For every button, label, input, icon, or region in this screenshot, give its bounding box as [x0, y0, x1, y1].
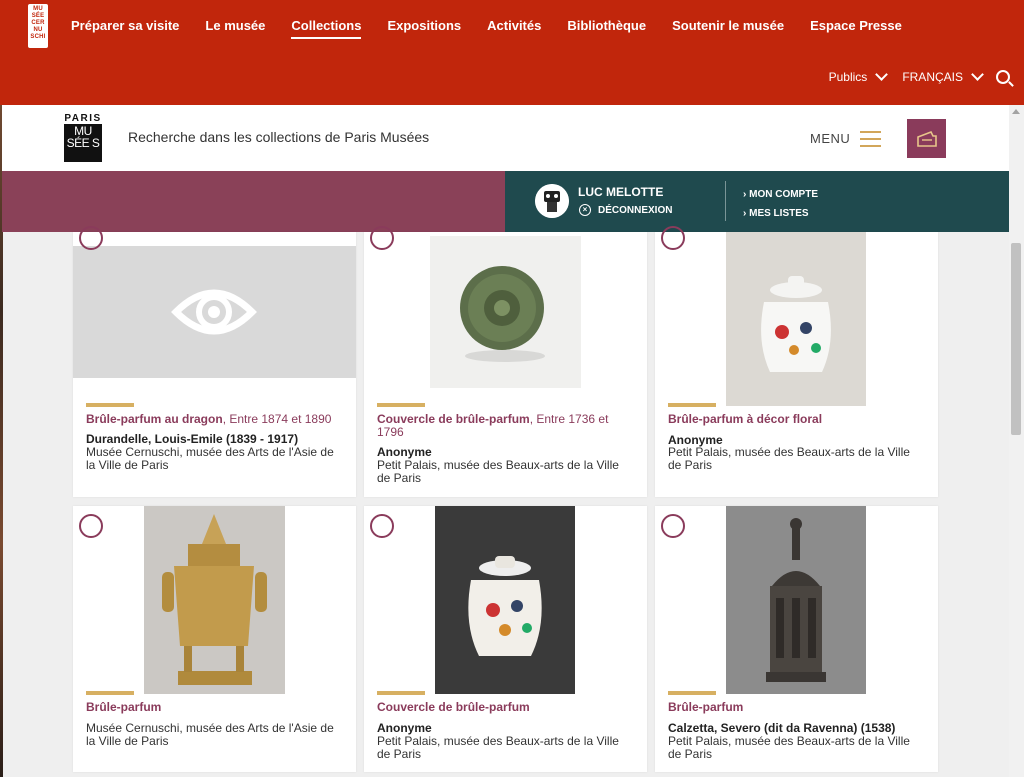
nav-item-bibliotheque[interactable]: Bibliothèque	[567, 18, 646, 39]
divider	[725, 181, 726, 221]
scrollbar[interactable]	[1009, 105, 1024, 777]
musee-cernuschi-logo[interactable]: MU SÉE CER NU SCHI	[28, 4, 48, 48]
collections-header: PARIS MU SÉE S Recherche dans les collec…	[2, 105, 1009, 171]
card-image-jade-lid[interactable]	[430, 236, 581, 388]
accent-bar	[668, 403, 716, 407]
card-museum: Petit Palais, musée des Beaux-arts de la…	[377, 734, 619, 761]
card-museum: Petit Palais, musée des Beaux-arts de la…	[668, 445, 910, 472]
select-checkbox[interactable]	[370, 514, 394, 538]
subnav: Publics FRANÇAIS	[829, 68, 1010, 84]
ticket-icon	[916, 130, 937, 147]
result-card[interactable]: Couvercle de brûle-parfum Anonyme Petit …	[364, 506, 647, 772]
select-checkbox[interactable]	[661, 514, 685, 538]
card-image-placeholder[interactable]	[73, 246, 356, 378]
nav-item-expositions[interactable]: Expositions	[387, 18, 461, 39]
card-museum: Petit Palais, musée des Beaux-arts de la…	[668, 734, 910, 761]
result-card[interactable]: Brûle-parfum Calzetta, Severo (dit da Ra…	[655, 506, 938, 772]
card-title[interactable]: Brûle-parfum	[86, 701, 344, 714]
paris-musees-logo[interactable]: PARIS MU SÉE S	[64, 113, 102, 163]
publics-dropdown[interactable]: Publics	[829, 70, 868, 84]
result-card[interactable]: Brûle-parfum à décor floral Anonyme Peti…	[655, 226, 938, 497]
select-checkbox[interactable]	[661, 226, 685, 250]
card-museum: Musée Cernuschi, musée des Arts de l'Asi…	[86, 721, 334, 748]
accent-bar	[86, 691, 134, 695]
card-title[interactable]: Brûle-parfum	[668, 701, 926, 714]
result-card[interactable]: Couvercle de brûle-parfum, Entre 1736 et…	[364, 226, 647, 497]
page-title: Recherche dans les collections de Paris …	[128, 129, 430, 145]
nav-item-le-musee[interactable]: Le musée	[205, 18, 265, 39]
card-title[interactable]: Couvercle de brûle-parfum	[377, 701, 635, 714]
card-image-porcelain[interactable]	[726, 232, 866, 406]
card-image-bronze-censer[interactable]	[144, 506, 285, 694]
eye-icon	[171, 289, 257, 335]
logo-paris-text: PARIS	[64, 113, 102, 124]
chevron-down-icon[interactable]	[875, 68, 889, 81]
card-museum: Petit Palais, musée des Beaux-arts de la…	[377, 458, 619, 485]
card-title[interactable]: Brûle-parfum au dragon, Entre 1874 et 18…	[86, 413, 344, 426]
nav-item-activites[interactable]: Activités	[487, 18, 541, 39]
result-card[interactable]: Brûle-parfum Musée Cernuschi, musée des …	[73, 506, 356, 772]
main-nav: Préparer sa visite Le musée Collections …	[71, 18, 902, 39]
language-dropdown[interactable]: FRANÇAIS	[902, 70, 963, 84]
result-card[interactable]: Brûle-parfum au dragon, Entre 1874 et 18…	[73, 226, 356, 497]
select-checkbox[interactable]	[79, 226, 103, 250]
user-bar-left	[2, 171, 505, 232]
select-checkbox[interactable]	[370, 226, 394, 250]
chevron-down-icon[interactable]	[971, 68, 984, 81]
accent-bar	[86, 403, 134, 407]
search-icon[interactable]	[996, 70, 1010, 84]
accent-bar	[377, 691, 425, 695]
account-links: MON COMPTE MES LISTES	[743, 185, 818, 223]
hamburger-icon[interactable]	[860, 131, 881, 152]
card-museum: Musée Cernuschi, musée des Arts de l'Asi…	[86, 445, 334, 472]
top-navigation-bar: MU SÉE CER NU SCHI Préparer sa visite Le…	[0, 0, 1024, 105]
card-image-porcelain-dark[interactable]	[435, 506, 575, 694]
user-bar: LUC MELOTTE × DÉCONNEXION MON COMPTE MES…	[505, 171, 1009, 232]
card-image-bronze-tower[interactable]	[726, 506, 866, 694]
menu-label[interactable]: MENU	[810, 131, 850, 146]
logout-label: DÉCONNEXION	[598, 204, 673, 216]
card-title[interactable]: Brûle-parfum à décor floral	[668, 413, 926, 426]
accent-bar	[377, 403, 425, 407]
my-lists-link[interactable]: MES LISTES	[743, 204, 818, 223]
ticket-button[interactable]	[907, 119, 946, 158]
user-name: LUC MELOTTE	[578, 185, 664, 199]
card-title[interactable]: Couvercle de brûle-parfum, Entre 1736 et…	[377, 413, 635, 439]
scrollbar-thumb[interactable]	[1011, 243, 1021, 435]
nav-item-preparer[interactable]: Préparer sa visite	[71, 18, 179, 39]
close-icon: ×	[579, 204, 591, 216]
logo-musees-box: MU SÉE S	[64, 124, 102, 162]
avatar[interactable]	[535, 184, 569, 218]
nav-item-soutenir[interactable]: Soutenir le musée	[672, 18, 784, 39]
logout-link[interactable]: × DÉCONNEXION	[579, 204, 672, 216]
nav-item-espace-presse[interactable]: Espace Presse	[810, 18, 902, 39]
accent-bar	[668, 691, 716, 695]
my-account-link[interactable]: MON COMPTE	[743, 185, 818, 204]
select-checkbox[interactable]	[79, 514, 103, 538]
nav-item-collections[interactable]: Collections	[291, 18, 362, 39]
scroll-up-arrow[interactable]	[1012, 109, 1020, 114]
